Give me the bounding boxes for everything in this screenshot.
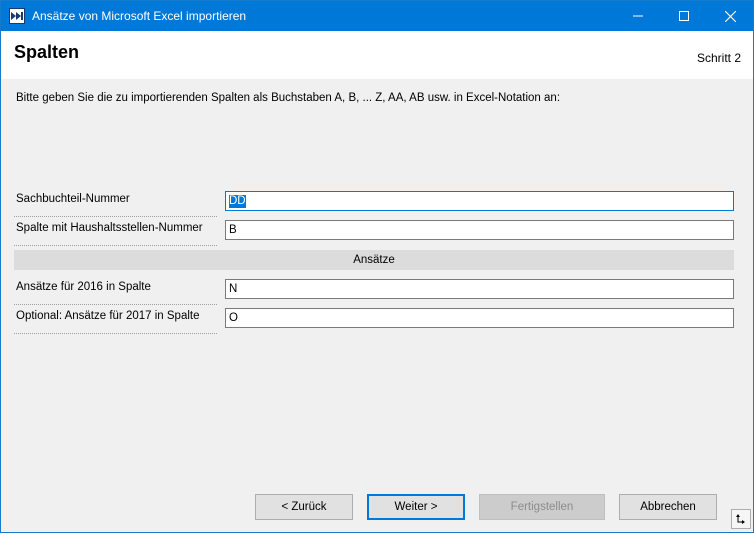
haushaltsstellen-label: Spalte mit Haushaltsstellen-Nummer [16, 222, 203, 234]
maximize-button[interactable] [661, 1, 707, 31]
resize-corner-button[interactable] [731, 509, 751, 529]
haushaltsstellen-value: B [229, 224, 237, 236]
next-button[interactable]: Weiter > [367, 494, 465, 520]
title-bar[interactable]: Ansätze von Microsoft Excel importieren [1, 1, 753, 31]
field-divider [14, 333, 217, 334]
field-row-ansaetze-2016: Ansätze für 2016 in Spalte N [14, 279, 734, 305]
double-arrow-icon [9, 8, 25, 24]
field-divider [14, 216, 217, 217]
import-dialog-window: Ansätze von Microsoft Excel importieren … [0, 0, 754, 533]
sachbuchteil-value: DD [229, 195, 246, 208]
back-button[interactable]: < Zurück [255, 494, 353, 520]
section-header-ansaetze: Ansätze [14, 250, 734, 270]
close-button[interactable] [707, 1, 753, 31]
maximize-icon [679, 11, 689, 21]
minimize-button[interactable] [615, 1, 661, 31]
ansaetze-2017-label: Optional: Ansätze für 2017 in Spalte [16, 310, 200, 322]
sachbuchteil-input[interactable]: DD [225, 191, 734, 211]
step-indicator: Schritt 2 [696, 51, 741, 65]
page-title: Spalten [14, 42, 80, 62]
haushaltsstellen-input[interactable]: B [225, 220, 734, 240]
cancel-button[interactable]: Abbrechen [619, 494, 717, 520]
window-title: Ansätze von Microsoft Excel importieren [32, 9, 247, 23]
resize-corner-icon [736, 514, 745, 524]
sachbuchteil-label: Sachbuchteil-Nummer [16, 193, 130, 205]
ansaetze-2017-input[interactable]: O [225, 308, 734, 328]
finish-button: Fertigstellen [479, 494, 605, 520]
page-header: Spalten Schritt 2 [1, 31, 753, 79]
field-divider [14, 304, 217, 305]
ansaetze-2016-value: N [229, 283, 238, 295]
minimize-icon [633, 15, 643, 17]
field-row-haushaltsstellen: Spalte mit Haushaltsstellen-Nummer B [14, 220, 734, 246]
field-divider [14, 245, 217, 246]
field-row-ansaetze-2017: Optional: Ansätze für 2017 in Spalte O [14, 308, 734, 334]
instruction-text: Bitte geben Sie die zu importierenden Sp… [16, 92, 561, 104]
ansaetze-2017-value: O [229, 312, 238, 324]
ansaetze-2016-label: Ansätze für 2016 in Spalte [16, 281, 151, 293]
ansaetze-2016-input[interactable]: N [225, 279, 734, 299]
field-row-sachbuchteil: Sachbuchteil-Nummer DD [14, 191, 734, 217]
close-icon [724, 10, 736, 22]
